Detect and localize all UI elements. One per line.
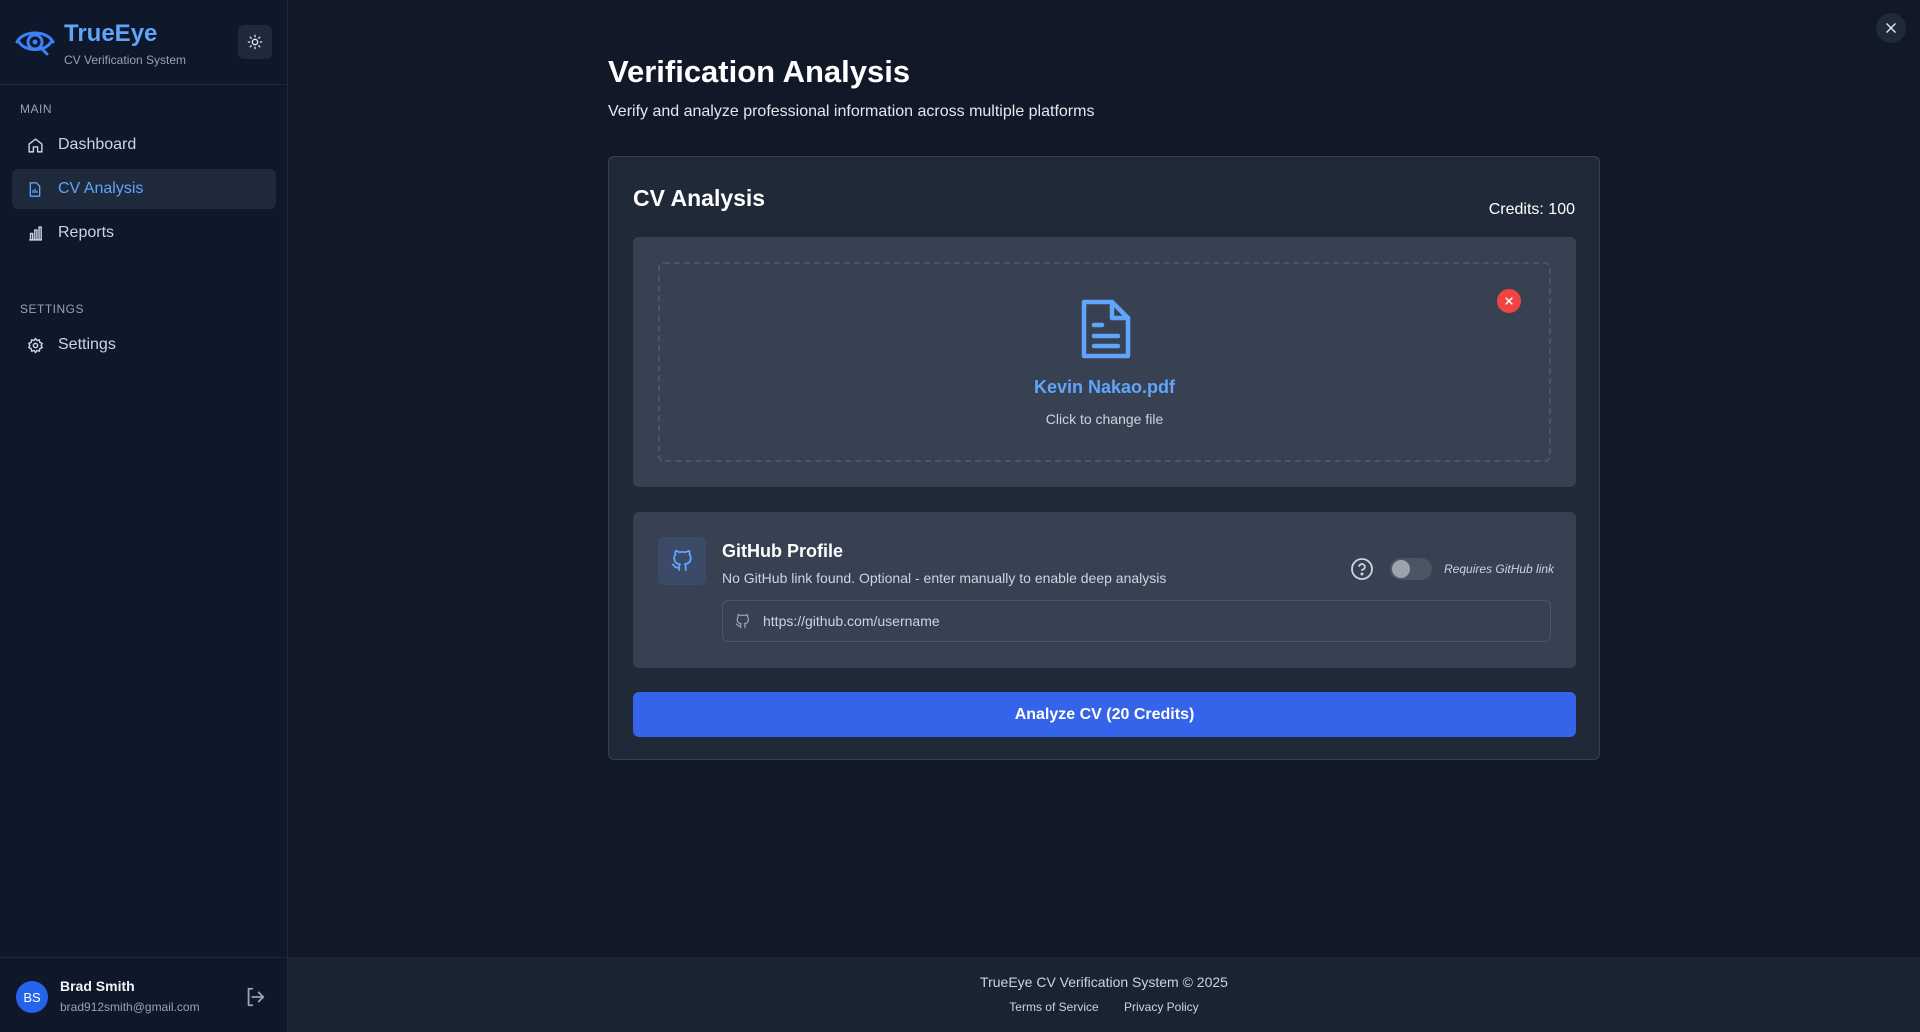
sidebar-item-dashboard[interactable]: Dashboard [12, 125, 276, 165]
close-icon [1505, 297, 1513, 305]
github-icon-box [658, 537, 706, 585]
github-url-field[interactable] [722, 600, 1551, 642]
app-subtitle: CV Verification System [64, 53, 187, 67]
document-icon [1081, 299, 1131, 359]
github-url-input[interactable] [763, 601, 1550, 641]
eye-icon [15, 31, 55, 56]
sidebar-item-reports[interactable]: Reports [12, 213, 276, 253]
terms-link[interactable]: Terms of Service [1009, 1000, 1098, 1014]
github-icon [671, 550, 692, 572]
close-button[interactable] [1876, 13, 1906, 43]
footer: TrueEye CV Verification System © 2025 Te… [288, 957, 1920, 1032]
sidebar-item-label: Settings [58, 336, 116, 353]
credits-badge: Credits: 100 [1488, 201, 1575, 218]
help-icon[interactable] [1350, 557, 1374, 581]
nav-section-settings: SETTINGS [20, 302, 85, 316]
footer-copyright: TrueEye CV Verification System © 2025 [980, 974, 1228, 990]
analyze-cv-button[interactable]: Analyze CV (20 Credits) [633, 692, 1576, 737]
sidebar-item-label: CV Analysis [58, 180, 144, 197]
sidebar: TrueEye CV Verification System MAIN Dash… [0, 0, 288, 1032]
file-chart-icon [26, 180, 44, 198]
theme-toggle-button[interactable] [238, 25, 272, 59]
toggle-label: Requires GitHub link [1444, 562, 1555, 576]
cv-analysis-card: CV Analysis Credits: 100 Kevin Nakao.pdf… [608, 156, 1600, 760]
page-title: Verification Analysis [608, 54, 911, 89]
upload-panel: Kevin Nakao.pdf Click to change file [633, 237, 1576, 487]
github-title: GitHub Profile [722, 541, 843, 561]
user-email: brad912smith@gmail.com [60, 1000, 200, 1014]
change-file-hint: Click to change file [1045, 411, 1164, 427]
file-dropzone[interactable]: Kevin Nakao.pdf Click to change file [658, 262, 1551, 462]
app-title: TrueEye [64, 20, 158, 47]
home-icon [26, 136, 44, 154]
page-subtitle: Verify and analyze professional informat… [608, 103, 1095, 120]
sidebar-item-cv-analysis[interactable]: CV Analysis [12, 169, 276, 209]
bar-chart-icon [26, 224, 44, 242]
brand-header: TrueEye CV Verification System [0, 0, 287, 85]
card-title: CV Analysis [633, 185, 766, 211]
footer-links: Terms of Service Privacy Policy [288, 1000, 1920, 1014]
sidebar-item-label: Reports [58, 224, 115, 241]
github-description: No GitHub link found. Optional - enter m… [722, 570, 1167, 586]
avatar[interactable]: BS [16, 981, 48, 1013]
user-name: Brad Smith [60, 978, 135, 994]
sun-icon [247, 34, 263, 50]
logout-icon[interactable] [244, 986, 266, 1008]
github-icon [735, 612, 751, 630]
uploaded-file-name: Kevin Nakao.pdf [1033, 377, 1176, 397]
sidebar-item-label: Dashboard [58, 136, 137, 153]
deep-analysis-toggle[interactable] [1390, 558, 1432, 580]
gear-icon [26, 336, 44, 354]
github-panel: GitHub Profile No GitHub link found. Opt… [633, 512, 1576, 668]
user-profile: BS Brad Smith brad912smith@gmail.com [0, 957, 288, 1032]
sidebar-item-settings[interactable]: Settings [12, 325, 276, 365]
close-icon [1886, 23, 1896, 33]
toggle-knob [1392, 560, 1410, 578]
nav-section-main: MAIN [20, 102, 52, 116]
privacy-link[interactable]: Privacy Policy [1124, 1000, 1199, 1014]
remove-file-button[interactable] [1497, 289, 1521, 313]
